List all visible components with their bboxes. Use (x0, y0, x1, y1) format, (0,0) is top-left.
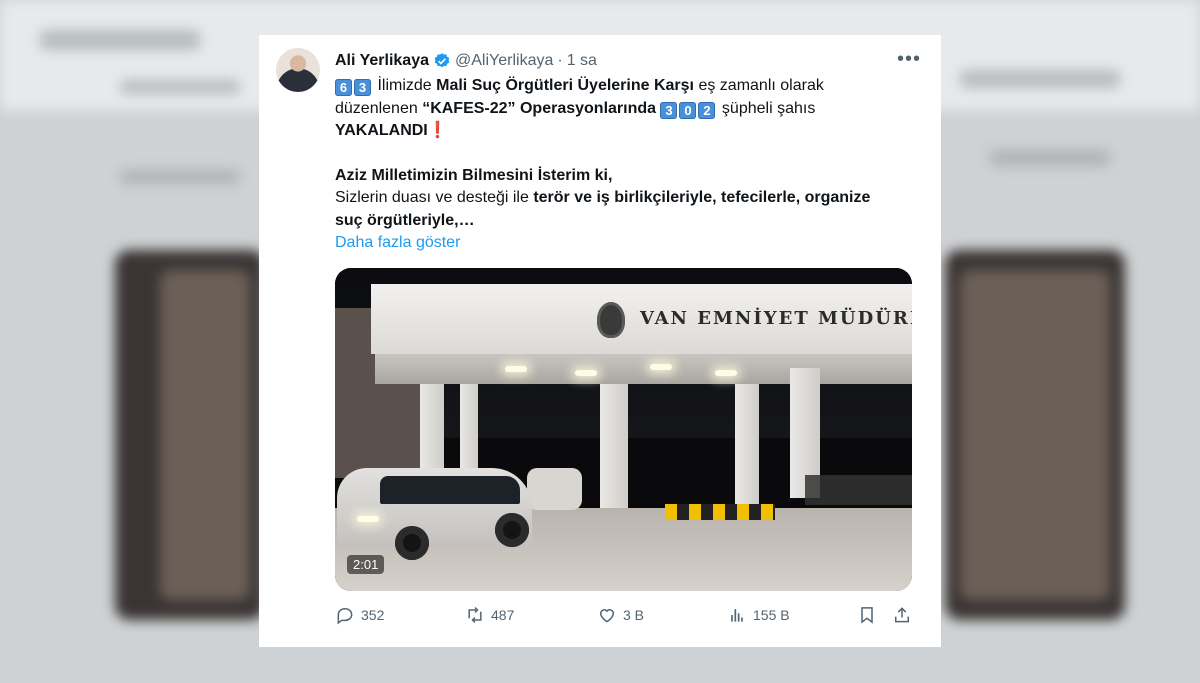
more-options-icon[interactable]: ••• (897, 48, 921, 71)
views-icon (731, 609, 743, 622)
avatar[interactable] (276, 48, 320, 92)
police-emblem-icon (597, 302, 625, 338)
reply-count: 352 (361, 607, 385, 623)
reply-icon (337, 607, 353, 625)
fence (805, 475, 912, 505)
text-fragment: düzenlenen (335, 99, 423, 117)
video-player[interactable]: VAN EMNİYET MÜDÜRL 2:01 (335, 268, 912, 591)
ceiling-light (575, 370, 597, 376)
ceiling-light (715, 370, 737, 376)
tweet-text: 63 İlimizde Mali Suç Örgütleri Üyelerine… (335, 75, 920, 255)
text-bold: terör ve iş birlikçileriyle, tefecilerle… (533, 189, 871, 206)
car-wheel (495, 513, 529, 547)
text-bold: Mali Suç Örgütleri Üyelerine Karşı (436, 77, 694, 94)
repost-count: 487 (491, 607, 515, 623)
text-bold: “KAFES-22” Operasyonlarında (422, 99, 657, 117)
heart-icon (599, 609, 615, 623)
like-count: 3 B (623, 607, 645, 623)
text-fragment: eş zamanlı olarak (694, 77, 824, 94)
share-button[interactable] (892, 605, 912, 625)
show-more-link[interactable]: Daha fazla göster (335, 232, 920, 255)
tweet-actions: 352 487 3 B 155 B (335, 605, 915, 629)
car-window (380, 476, 520, 504)
ceiling-light (650, 364, 672, 370)
pillar (600, 384, 628, 524)
timestamp[interactable]: 1 sa (567, 52, 597, 70)
keycap-digit: 2 (698, 101, 716, 119)
keycap-digit: 0 (679, 101, 697, 119)
keycap-digit: 3 (660, 101, 678, 119)
text-bold: Aziz Milletimizin Bilmesini İsterim ki, (335, 166, 613, 184)
bookmark-icon (861, 607, 873, 624)
author-handle[interactable]: @AliYerlikaya (455, 52, 553, 70)
car-wheel (395, 526, 429, 560)
car (527, 468, 582, 510)
tweet-header: Ali Yerlikaya @AliYerlikaya · 1 sa ••• (335, 48, 921, 72)
views-count: 155 B (753, 607, 790, 623)
text-fragment: Sizlerin duası ve desteği ile (335, 189, 534, 206)
share-icon (895, 607, 909, 623)
ceiling-light (505, 366, 527, 372)
reply-button[interactable]: 352 (335, 605, 384, 625)
text-bold: YAKALANDI (335, 122, 428, 139)
video-sign-text: VAN EMNİYET MÜDÜRL (640, 308, 912, 329)
text-fragment: şüpheli şahıs (717, 99, 816, 117)
text-bold: suç örgütleriyle,… (335, 211, 475, 229)
exclamation-icon: ❗ (427, 122, 448, 139)
views-button[interactable]: 155 B (727, 605, 790, 625)
video-duration: 2:01 (347, 555, 385, 574)
headlight (357, 516, 379, 522)
author-name[interactable]: Ali Yerlikaya (335, 52, 429, 70)
like-button[interactable]: 3 B (597, 605, 644, 625)
video-frame-canopy-underside (375, 354, 912, 384)
barrier (665, 504, 775, 520)
pillar (735, 384, 759, 504)
repost-button[interactable]: 487 (465, 605, 514, 625)
separator: · (557, 52, 563, 69)
tweet-card: Ali Yerlikaya @AliYerlikaya · 1 sa ••• 6… (259, 35, 941, 647)
bookmark-button[interactable] (857, 605, 877, 625)
repost-icon (468, 606, 482, 624)
text-fragment: İlimizde (373, 77, 437, 94)
keycap-digit: 3 (354, 79, 371, 96)
verified-badge-icon (434, 53, 450, 68)
keycap-digit: 6 (335, 79, 352, 96)
